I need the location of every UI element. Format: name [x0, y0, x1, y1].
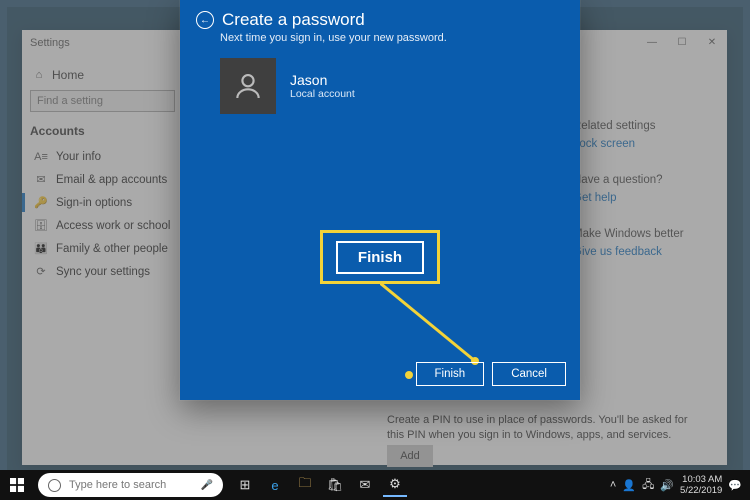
mic-icon: 🎤: [201, 480, 213, 491]
search-placeholder: Type here to search: [69, 479, 166, 491]
clock[interactable]: 10:03 AM 5/22/2019: [680, 475, 722, 495]
nav-label: Email & app accounts: [56, 174, 167, 186]
pin-description: Create a PIN to use in place of password…: [387, 413, 697, 443]
people-tray-icon[interactable]: 👤: [622, 479, 636, 492]
close-button[interactable]: ✕: [697, 30, 727, 56]
dialog-title: Create a password: [222, 10, 365, 30]
task-view-icon[interactable]: ⊞: [233, 473, 257, 497]
start-button[interactable]: [0, 470, 34, 500]
create-password-dialog: ← Create a password Next time you sign i…: [180, 0, 580, 400]
get-help-link[interactable]: Get help: [573, 192, 717, 204]
section-title: Accounts: [30, 124, 179, 138]
related-settings-head: Related settings: [573, 120, 717, 132]
nav-label: Access work or school: [56, 220, 170, 232]
people-icon: 👪: [34, 242, 48, 255]
add-pin-button[interactable]: Add: [387, 445, 433, 467]
nav-label: Sync your settings: [56, 266, 150, 278]
person-icon: A≡: [34, 151, 48, 163]
find-setting-input[interactable]: Find a setting: [30, 90, 175, 112]
network-icon[interactable]: 🖧: [642, 476, 654, 495]
back-button[interactable]: ←: [196, 11, 214, 29]
user-name: Jason: [290, 72, 355, 88]
nav-sync[interactable]: ⟳ Sync your settings: [30, 260, 179, 283]
feedback-link[interactable]: Give us feedback: [573, 246, 717, 258]
edge-icon[interactable]: e: [263, 473, 287, 497]
clock-time: 10:03 AM: [680, 475, 722, 485]
minimize-button[interactable]: —: [637, 30, 667, 56]
clock-date: 5/22/2019: [680, 486, 722, 496]
nav-label: Your info: [56, 151, 101, 163]
finish-callout: Finish: [320, 230, 440, 284]
home-link[interactable]: ⌂ Home: [32, 68, 179, 82]
callout-arrow: [380, 283, 580, 373]
chevron-up-icon[interactable]: ˄: [610, 479, 616, 491]
key-icon: 🔑: [34, 196, 48, 209]
nav-email[interactable]: ✉ Email & app accounts: [30, 168, 179, 191]
nav-signin-options[interactable]: 🔑 Sign-in options: [30, 191, 179, 214]
settings-sidebar: ⌂ Home Find a setting Accounts A≡ Your i…: [22, 56, 187, 465]
nav-your-info[interactable]: A≡ Your info: [30, 146, 179, 168]
mail-icon: ✉: [34, 173, 48, 186]
maximize-button[interactable]: ☐: [667, 30, 697, 56]
home-icon: ⌂: [32, 69, 46, 81]
lock-screen-link[interactable]: Lock screen: [573, 138, 717, 150]
explorer-icon[interactable]: 🗀: [293, 473, 317, 497]
finish-callout-label: Finish: [336, 241, 424, 274]
home-label: Home: [52, 68, 84, 82]
sync-icon: ⟳: [34, 265, 48, 278]
nav-label: Sign-in options: [56, 197, 132, 209]
cortana-icon: [48, 479, 61, 492]
taskbar-search[interactable]: Type here to search 🎤: [38, 473, 223, 497]
notifications-icon[interactable]: 💬: [728, 479, 742, 492]
person-icon: [232, 70, 264, 102]
briefcase-icon: 🗄: [34, 219, 48, 232]
user-type: Local account: [290, 88, 355, 100]
cancel-button[interactable]: Cancel: [492, 362, 566, 386]
nav-family[interactable]: 👪 Family & other people: [30, 237, 179, 260]
nav-work-school[interactable]: 🗄 Access work or school: [30, 214, 179, 237]
system-tray: ˄ 👤 🖧 🔊 10:03 AM 5/22/2019 💬: [610, 475, 750, 495]
dialog-subtitle: Next time you sign in, use your new pass…: [180, 32, 580, 44]
windows-icon: [10, 478, 24, 492]
window-title-text: Settings: [30, 37, 70, 49]
nav-label: Family & other people: [56, 243, 168, 255]
find-setting-placeholder: Find a setting: [37, 95, 103, 107]
finish-button[interactable]: Finish: [416, 362, 485, 386]
settings-task-icon[interactable]: ⚙: [383, 473, 407, 497]
avatar: [220, 58, 276, 114]
better-head: Make Windows better: [573, 228, 717, 240]
taskbar: Type here to search 🎤 ⊞ e 🗀 🛍 ✉ ⚙ ˄ 👤 🖧 …: [0, 470, 750, 500]
store-icon[interactable]: 🛍: [323, 473, 347, 497]
mail-icon[interactable]: ✉: [353, 473, 377, 497]
settings-right-panel: Related settings Lock screen Have a ques…: [567, 56, 727, 465]
volume-icon[interactable]: 🔊: [660, 479, 674, 492]
arrow-left-icon: ←: [200, 15, 210, 26]
question-head: Have a question?: [573, 174, 717, 186]
